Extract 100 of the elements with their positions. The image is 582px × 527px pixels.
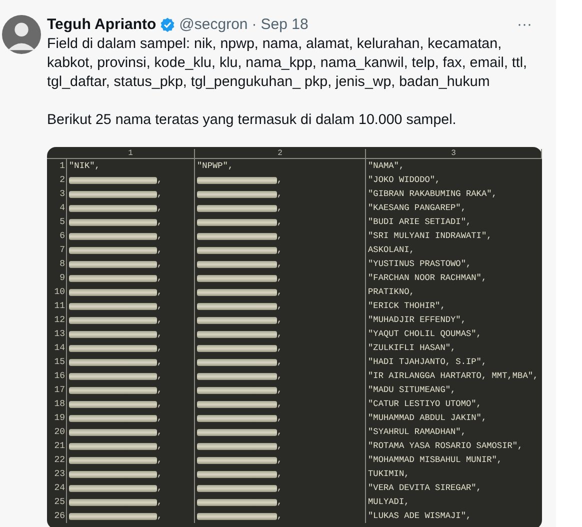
table-cell-text: , [157,286,162,299]
post-date[interactable]: Sep 18 [260,16,308,32]
post-text: Berikut 25 nama teratas yang termasuk di dalam 10.000 sampel. [47,111,458,130]
table-cell-text: "FARCHAN NOOR RACHMAN", [368,272,487,285]
table-cell-text: , [157,328,162,341]
avatar[interactable] [2,15,41,54]
line-number: 14 [47,341,67,355]
table-cell-text: , [157,216,162,229]
column-header: 1 [67,149,195,158]
line-number: 4 [47,201,67,215]
line-number: 7 [47,243,67,257]
table-cell-text: , [157,482,162,495]
table-cell-text: "MOHAMMAD MISBAHUL MUNIR", [368,454,502,467]
table-cell-text: , [277,300,282,313]
table-cell-text: , [157,384,162,397]
table-cell-text: ASKOLANI, [368,244,414,257]
table-cell-text: , [277,454,282,467]
table-cell-text: "VERA DEVITA SIREGAR", [368,482,482,495]
more-button[interactable]: ··· [515,16,534,32]
table-cell-text: "HADI TJAHJANTO, S.IP", [368,356,487,369]
table-cell-text: , [277,244,282,257]
table-cell-text: , [277,258,282,271]
table-cell-text: "IR AIRLANGGA HARTARTO, MMT,MBA", [368,370,538,383]
table-cell-text: , [277,328,282,341]
line-number: 19 [47,411,67,425]
table-cell-text: "NAMA", [368,160,404,173]
line-number: 21 [47,439,67,453]
line-number: 25 [47,495,67,509]
table-cell-text: , [277,188,282,201]
table-cell-text: , [157,440,162,453]
table-cell-text: , [157,244,162,257]
table-cell-text: "JOKO WIDODO", [368,174,440,187]
table-cell-text: , [157,370,162,383]
line-number: 26 [47,509,67,523]
table-cell-text: , [277,174,282,187]
line-number: 22 [47,453,67,467]
table-cell-text: "SYAHRUL RAMADHAN", [368,426,466,439]
table-cell-text: , [277,202,282,215]
line-number: 16 [47,369,67,383]
table-cell-text: TUKIMIN, [368,468,410,481]
table-cell-text: , [157,188,162,201]
table-cell-text: , [277,342,282,355]
table-cell-text: , [277,496,282,509]
line-number: 8 [47,257,67,271]
table-cell-text: , [277,426,282,439]
line-number: 5 [47,215,67,229]
line-number: 10 [47,285,67,299]
table-cell-text: "LUKAS ADE WISMAJI", [368,510,472,523]
line-number: 9 [47,271,67,285]
table-cell-text: , [157,174,162,187]
line-number: 12 [47,313,67,327]
table-cell-text: "YUSTINUS PRASTOWO", [368,258,472,271]
line-number: 20 [47,425,67,439]
table-cell-text: "MUHAMMAD ABDUL JAKIN", [368,412,487,425]
table-cell-text: "GIBRAN RAKABUMING RAKA", [368,188,497,201]
table-cell-text: , [157,356,162,369]
table-cell-text: "BUDI ARIE SETIADI", [368,216,472,229]
table-cell-text: "ERICK THOHIR", [368,300,446,313]
table-cell-text: "ROTAMA YASA ROSARIO SAMOSIR", [368,440,523,453]
line-number: 3 [47,187,67,201]
table-cell-text: MULYADI, [368,496,410,509]
table-cell-text: , [277,384,282,397]
table-cell-text: "CATUR LESTIYO UTOMO", [368,398,482,411]
table-cell-text: , [277,370,282,383]
table-cell-text: , [157,496,162,509]
table-cell-text: , [277,440,282,453]
author-name[interactable]: Teguh Aprianto [47,16,156,32]
column-header: 3 [366,149,542,158]
line-number: 23 [47,467,67,481]
table-cell-text: "SRI MULYANI INDRAWATI", [368,230,492,243]
table-cell-text: , [157,510,162,523]
table-cell-text: , [277,412,282,425]
table-cell-text: , [157,314,162,327]
user-handle[interactable]: @secgron [179,16,248,32]
line-number: 2 [47,173,67,187]
table-cell-text: "KAESANG PANGAREP", [368,202,466,215]
table-cell-text: , [277,286,282,299]
line-number: 13 [47,327,67,341]
table-cell-text: "MADU SITUMEANG", [368,384,456,397]
line-number: 15 [47,355,67,369]
table-cell-text: , [157,342,162,355]
line-number: 18 [47,397,67,411]
table-cell-text: PRATIKNO, [368,286,414,299]
table-cell-text: , [277,230,282,243]
table-cell-text: , [157,412,162,425]
table-cell-text: , [277,216,282,229]
table-cell-text: , [157,300,162,313]
line-number: 17 [47,383,67,397]
line-number: 6 [47,229,67,243]
table-cell-text: "NIK", [69,160,100,173]
table-cell-text: , [157,426,162,439]
table-cell-text: , [157,258,162,271]
table-cell-text: , [277,482,282,495]
table-cell-text: , [157,454,162,467]
table-cell-text: "ZULKIFLI HASAN", [368,342,456,355]
table-cell-text: , [157,398,162,411]
column-header: 2 [195,149,366,158]
table-cell-text: "YAQUT CHOLIL QOUMAS", [368,328,482,341]
table-cell-text: , [277,272,282,285]
table-cell-text: "MUHADJIR EFFENDY", [368,314,466,327]
